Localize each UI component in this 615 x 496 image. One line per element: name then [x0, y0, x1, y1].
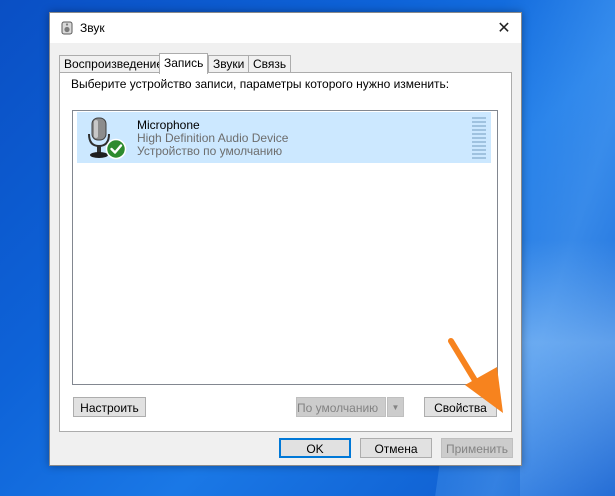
properties-button[interactable]: Свойства [424, 397, 497, 417]
speaker-app-icon [61, 21, 73, 35]
window-title: Звук [80, 21, 105, 35]
set-default-button[interactable]: По умолчанию [296, 397, 386, 417]
close-button[interactable]: ✕ [487, 13, 521, 43]
default-check-icon [105, 138, 127, 160]
chevron-down-icon: ▼ [391, 403, 400, 412]
sound-dialog: Звук ✕ Воспроизведение Запись Звуки Связ… [49, 12, 522, 466]
list-item-microphone[interactable]: Microphone High Definition Audio Device … [77, 112, 491, 163]
set-default-dropdown-button[interactable]: ▼ [387, 397, 404, 417]
configure-button[interactable]: Настроить [73, 397, 146, 417]
title-bar[interactable]: Звук ✕ [50, 13, 521, 43]
device-name: Microphone [137, 118, 200, 132]
recording-panel: Выберите устройство записи, параметры ко… [59, 72, 512, 432]
cancel-button[interactable]: Отмена [360, 438, 432, 458]
tab-sounds[interactable]: Звуки [208, 55, 250, 73]
instruction-text: Выберите устройство записи, параметры ко… [71, 77, 450, 91]
microphone-icon [88, 117, 127, 160]
ok-button[interactable]: OK [279, 438, 351, 458]
tab-recording[interactable]: Запись [159, 53, 209, 74]
apply-button[interactable]: Применить [441, 438, 513, 458]
device-list[interactable]: Microphone High Definition Audio Device … [72, 110, 498, 385]
close-icon: ✕ [497, 20, 511, 37]
tab-playback[interactable]: Воспроизведение [59, 55, 169, 73]
desktop-light-beam-lower [520, 240, 615, 496]
device-status: Устройство по умолчанию [137, 144, 283, 158]
device-description: High Definition Audio Device [137, 131, 289, 145]
tab-communications[interactable]: Связь [248, 55, 292, 73]
level-meter [472, 117, 486, 159]
